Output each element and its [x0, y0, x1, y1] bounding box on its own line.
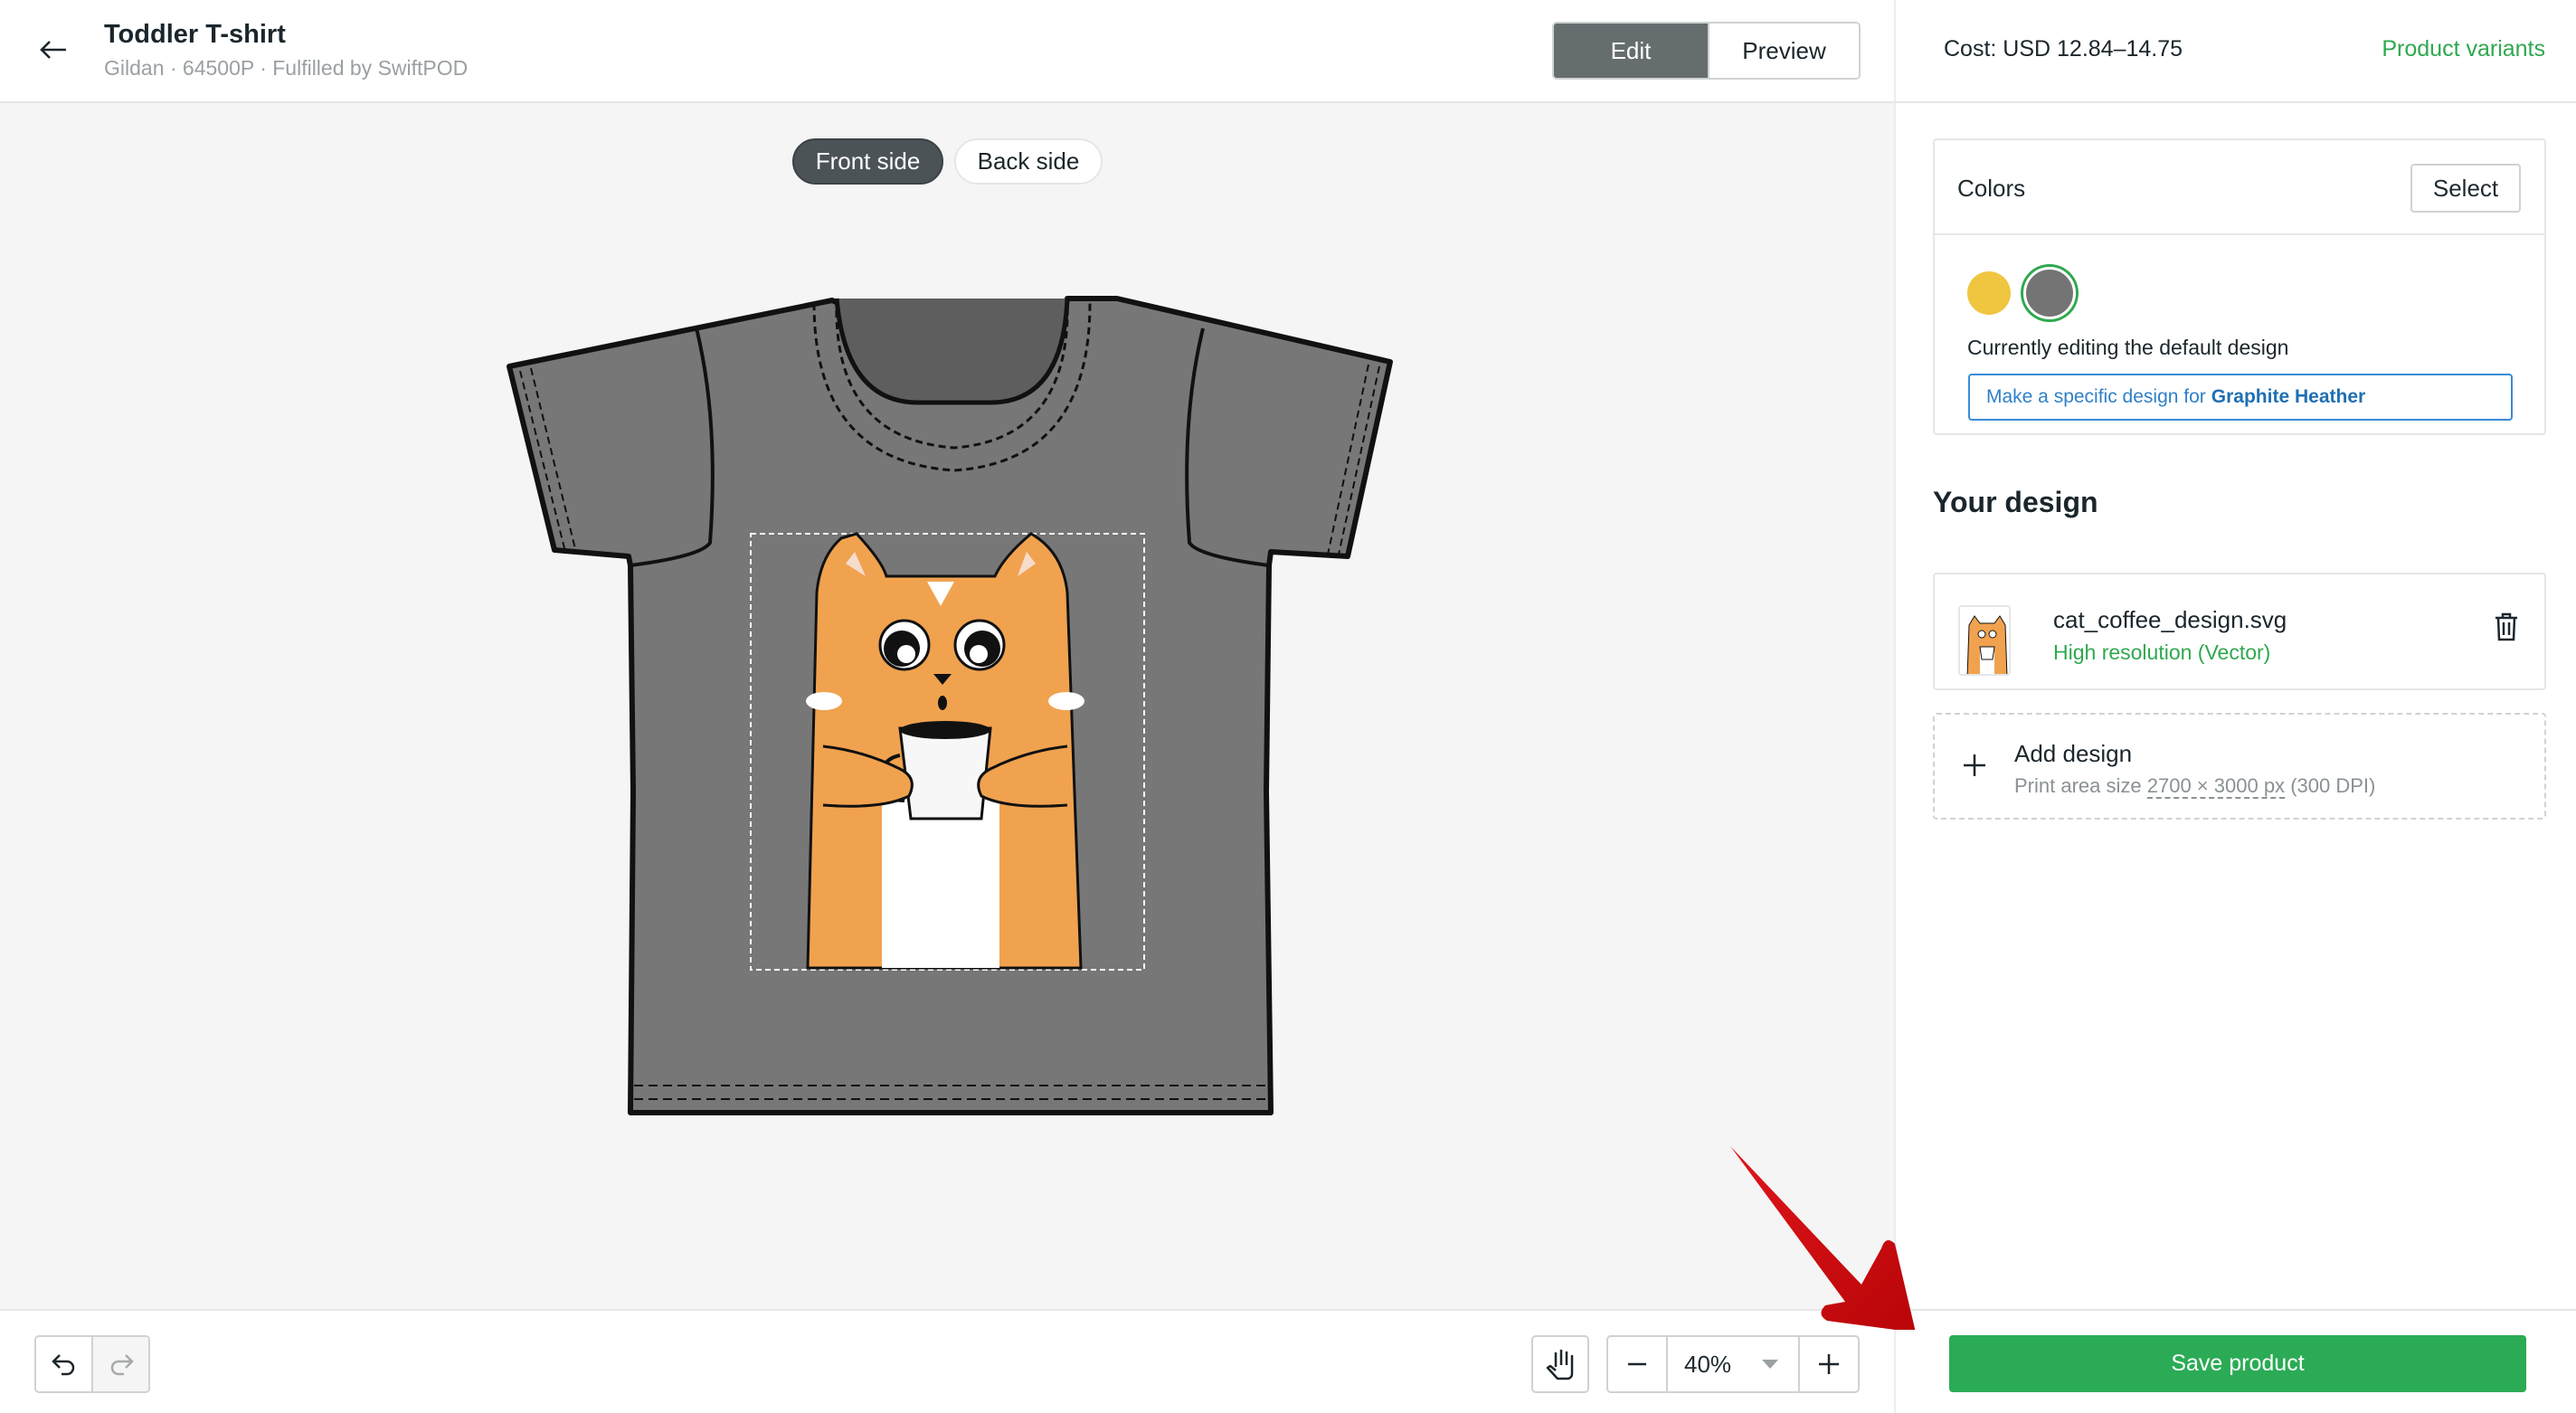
back-side-button[interactable]: Back side — [954, 138, 1103, 185]
product-subtitle: Gildan · 64500P · Fulfilled by SwiftPOD — [104, 56, 469, 80]
colors-card-header: Colors Select — [1935, 140, 2544, 235]
undo-icon — [51, 1354, 74, 1376]
sidebar-panel: Cost: USD 12.84–14.75 Product variants C… — [1894, 0, 2576, 1413]
tab-edit[interactable]: Edit — [1554, 24, 1708, 78]
editor-area: Toddler T-shirt Gildan · 64500P · Fulfil… — [0, 0, 1894, 1413]
product-variants-link[interactable]: Product variants — [2382, 36, 2545, 62]
back-button[interactable] — [33, 29, 74, 71]
product-editor: Toddler T-shirt Gildan · 64500P · Fulfil… — [0, 0, 2576, 1413]
select-colors-button[interactable]: Select — [2410, 164, 2521, 213]
minus-icon — [1628, 1362, 1646, 1366]
delete-design-button[interactable] — [2494, 612, 2519, 646]
sidebar-footer: Save product — [1896, 1309, 2576, 1413]
product-title: Toddler T-shirt — [104, 20, 286, 49]
undo-button[interactable] — [36, 1337, 91, 1391]
swatch-yellow[interactable] — [1967, 271, 2011, 315]
pan-tool-button[interactable] — [1531, 1335, 1589, 1393]
arrow-left-icon — [40, 41, 66, 59]
editor-header: Toddler T-shirt Gildan · 64500P · Fulfil… — [0, 0, 1894, 103]
swatch-graphite-heather[interactable] — [2023, 267, 2076, 319]
specific-design-prefix: Make a specific design for — [1986, 386, 2206, 407]
sidebar-header: Cost: USD 12.84–14.75 Product variants — [1896, 0, 2576, 103]
specific-design-color: Graphite Heather — [2211, 386, 2366, 407]
redo-button[interactable] — [91, 1337, 148, 1391]
add-design-title: Add design — [2014, 740, 2133, 767]
print-area-dimensions[interactable]: 2700 × 3000 px — [2146, 774, 2286, 799]
print-area-prefix: Print area size — [2014, 774, 2142, 797]
hand-icon — [1546, 1350, 1574, 1380]
zoom-value: 40% — [1684, 1350, 1732, 1378]
color-swatches — [1967, 267, 2076, 319]
side-toggle: Front side Back side — [792, 138, 1103, 185]
print-area-info: Print area size 2700 × 3000 px (300 DPI) — [2014, 774, 2376, 799]
design-file-resolution: High resolution (Vector) — [2053, 640, 2271, 664]
mode-toggle: Edit Preview — [1552, 22, 1861, 80]
zoom-level-select[interactable]: 40% — [1666, 1337, 1800, 1391]
redo-icon — [110, 1354, 134, 1376]
tshirt-mockup — [507, 296, 1393, 1115]
add-design-button[interactable]: Add design Print area size 2700 × 3000 p… — [1933, 713, 2546, 820]
colors-card: Colors Select Currently editing the defa… — [1933, 138, 2546, 435]
caret-down-icon — [1762, 1360, 1778, 1369]
zoom-in-button[interactable] — [1800, 1337, 1858, 1391]
design-file-card[interactable]: cat_coffee_design.svg High resolution (V… — [1933, 573, 2546, 690]
tab-preview[interactable]: Preview — [1708, 24, 1859, 78]
design-artwork[interactable] — [806, 532, 1084, 970]
your-design-heading: Your design — [1933, 486, 2098, 518]
print-area-dpi: (300 DPI) — [2290, 774, 2376, 797]
zoom-controls: 40% — [1606, 1335, 1860, 1393]
save-product-button[interactable]: Save product — [1949, 1335, 2526, 1392]
colors-title: Colors — [1957, 175, 2026, 202]
editor-toolbar: 40% — [0, 1309, 1894, 1413]
cost-label: Cost: USD 12.84–14.75 — [1944, 36, 2183, 62]
design-thumbnail — [1958, 605, 2011, 676]
front-side-button[interactable]: Front side — [792, 138, 943, 185]
history-controls — [34, 1335, 150, 1393]
plus-icon — [1962, 753, 1987, 782]
design-file-name: cat_coffee_design.svg — [2053, 606, 2287, 633]
plus-icon — [1819, 1354, 1839, 1374]
trash-icon — [2496, 612, 2517, 641]
zoom-out-button[interactable] — [1608, 1337, 1666, 1391]
make-specific-design-button[interactable]: Make a specific design for Graphite Heat… — [1968, 374, 2513, 421]
editing-status: Currently editing the default design — [1967, 336, 2289, 359]
